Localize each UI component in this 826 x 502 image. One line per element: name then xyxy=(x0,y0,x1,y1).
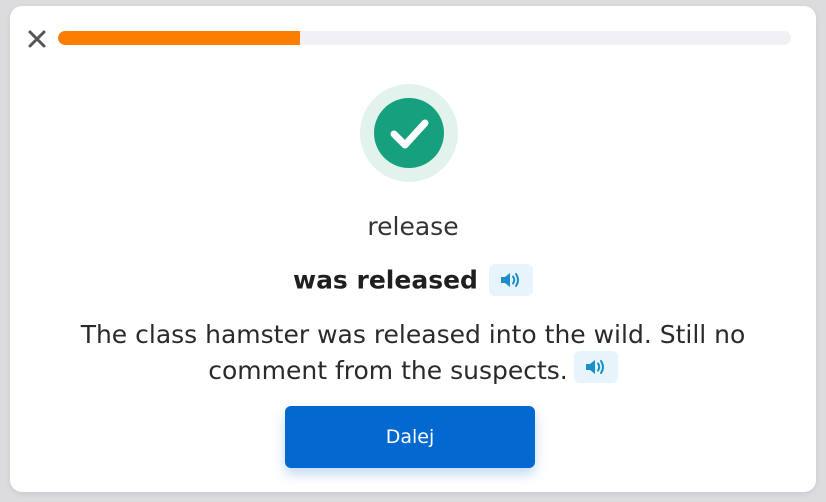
sentence-audio-button[interactable] xyxy=(573,351,618,383)
progress-fill xyxy=(58,31,300,45)
prompt-word: release xyxy=(367,212,459,241)
speaker-icon xyxy=(585,360,604,374)
close-icon xyxy=(28,30,46,48)
example-sentence-text: The class hamster was released into the … xyxy=(80,320,746,385)
answer-text: was released xyxy=(292,265,478,295)
answer-row: was released xyxy=(10,264,816,296)
checkmark-icon xyxy=(390,119,429,149)
close-button[interactable] xyxy=(26,28,48,50)
example-sentence: The class hamster was released into the … xyxy=(50,319,776,387)
answer-audio-button[interactable] xyxy=(489,264,534,296)
checkmark-circle xyxy=(374,98,444,168)
next-button[interactable]: Dalej xyxy=(285,406,535,468)
speaker-icon xyxy=(501,273,520,287)
correct-badge xyxy=(360,84,458,182)
exercise-card: release was released The class hamster w… xyxy=(10,6,816,492)
progress-bar xyxy=(58,31,791,45)
